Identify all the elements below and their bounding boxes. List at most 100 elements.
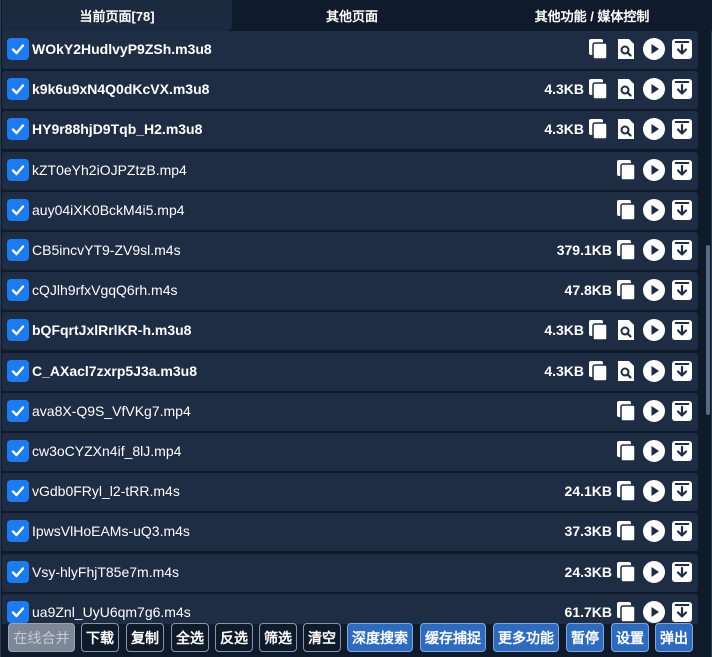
copy-icon[interactable]	[614, 439, 638, 463]
scrollbar[interactable]	[706, 245, 710, 415]
list-item[interactable]: C_AXacl7zxrp5J3a.m3u8 4.3KB	[2, 353, 698, 391]
copy-icon[interactable]	[614, 158, 638, 182]
file-name: WOkY2HudlvyP9ZSh.m3u8	[32, 41, 212, 57]
list-item[interactable]: cQJlh9rfxVgqQ6rh.m4s 47.8KB	[2, 272, 698, 310]
download-icon[interactable]	[670, 117, 694, 141]
play-icon[interactable]	[642, 198, 666, 222]
copy-icon[interactable]	[586, 117, 610, 141]
item-checkbox[interactable]	[7, 38, 29, 60]
copy-icon[interactable]	[586, 318, 610, 342]
filter-button[interactable]: 筛选	[259, 623, 297, 652]
copy-icon[interactable]	[614, 278, 638, 302]
item-checkbox[interactable]	[7, 78, 29, 100]
copy-icon[interactable]	[586, 77, 610, 101]
play-icon[interactable]	[642, 77, 666, 101]
file-name: kZT0eYh2iOJPZtzB.mp4	[32, 162, 187, 178]
list-item[interactable]: IpwsVlHoEAMs-uQ3.m4s 37.3KB	[2, 513, 698, 551]
list-item[interactable]: cw3oCYZXn4if_8lJ.mp4	[2, 433, 698, 471]
tab-current-page[interactable]: 当前页面[78]	[2, 0, 232, 31]
download-icon[interactable]	[670, 278, 694, 302]
play-icon[interactable]	[642, 37, 666, 61]
list-item[interactable]: auy04iXK0BckM4i5.mp4	[2, 192, 698, 230]
item-checkbox[interactable]	[7, 159, 29, 181]
copy-icon[interactable]	[586, 359, 610, 383]
popup-button[interactable]: 弹出	[655, 623, 693, 652]
tab-other-features[interactable]: 其他功能 / 媒体控制	[472, 0, 712, 31]
search-icon[interactable]	[614, 37, 638, 61]
download-icon[interactable]	[670, 399, 694, 423]
item-checkbox[interactable]	[7, 199, 29, 221]
download-icon[interactable]	[670, 519, 694, 543]
list-item[interactable]: kZT0eYh2iOJPZtzB.mp4	[2, 152, 698, 190]
download-icon[interactable]	[670, 158, 694, 182]
download-icon[interactable]	[670, 37, 694, 61]
play-icon[interactable]	[642, 399, 666, 423]
download-icon[interactable]	[670, 198, 694, 222]
play-icon[interactable]	[642, 359, 666, 383]
download-icon[interactable]	[670, 560, 694, 584]
item-checkbox[interactable]	[7, 360, 29, 382]
file-name: C_AXacl7zxrp5J3a.m3u8	[32, 363, 197, 379]
merge-online-button[interactable]: 在线合并	[8, 623, 75, 652]
copy-icon[interactable]	[586, 37, 610, 61]
file-size: 4.3KB	[544, 363, 584, 379]
play-icon[interactable]	[642, 519, 666, 543]
play-icon[interactable]	[642, 479, 666, 503]
play-icon[interactable]	[642, 158, 666, 182]
copy-icon[interactable]	[614, 399, 638, 423]
invert-selection-button[interactable]: 反选	[215, 623, 253, 652]
item-checkbox[interactable]	[7, 480, 29, 502]
download-icon[interactable]	[670, 359, 694, 383]
download-icon[interactable]	[670, 439, 694, 463]
tab-bar: 当前页面[78] 其他页面 其他功能 / 媒体控制	[2, 0, 712, 31]
search-icon[interactable]	[614, 117, 638, 141]
search-icon[interactable]	[614, 318, 638, 342]
copy-icon[interactable]	[614, 198, 638, 222]
list-item[interactable]: bQFqrtJxlRrlKR-h.m3u8 4.3KB	[2, 312, 698, 350]
copy-icon[interactable]	[614, 479, 638, 503]
item-checkbox[interactable]	[7, 561, 29, 583]
download-icon[interactable]	[670, 318, 694, 342]
list-item[interactable]: Vsy-hlyFhjT85e7m.m4s 24.3KB	[2, 554, 698, 592]
clear-button[interactable]: 清空	[303, 623, 341, 652]
copy-button[interactable]: 复制	[126, 623, 164, 652]
list-item[interactable]: k9k6u9xN4Q0dKcVX.m3u8 4.3KB	[2, 71, 698, 109]
copy-icon[interactable]	[614, 519, 638, 543]
item-checkbox[interactable]	[7, 400, 29, 422]
play-icon[interactable]	[642, 238, 666, 262]
item-checkbox[interactable]	[7, 239, 29, 261]
list-item[interactable]: HY9r88hjD9Tqb_H2.m3u8 4.3KB	[2, 111, 698, 149]
play-icon[interactable]	[642, 560, 666, 584]
item-checkbox[interactable]	[7, 520, 29, 542]
pause-button[interactable]: 暂停	[566, 623, 604, 652]
item-checkbox[interactable]	[7, 118, 29, 140]
file-name: ua9Znl_UyU6qm7g6.m4s	[32, 604, 191, 620]
deep-search-button[interactable]: 深度搜索	[347, 623, 413, 652]
list-item[interactable]: CB5incvYT9-ZV9sl.m4s 379.1KB	[2, 232, 698, 270]
download-icon[interactable]	[670, 77, 694, 101]
play-icon[interactable]	[642, 318, 666, 342]
search-icon[interactable]	[614, 77, 638, 101]
download-button[interactable]: 下载	[81, 623, 119, 652]
cache-capture-button[interactable]: 缓存捕捉	[420, 623, 486, 652]
play-icon[interactable]	[642, 117, 666, 141]
file-size: 4.3KB	[544, 322, 584, 338]
list-item[interactable]: WOkY2HudlvyP9ZSh.m3u8	[2, 31, 698, 69]
more-features-button[interactable]: 更多功能	[493, 623, 559, 652]
copy-icon[interactable]	[614, 238, 638, 262]
list-item[interactable]: vGdb0FRyl_l2-tRR.m4s 24.1KB	[2, 473, 698, 511]
copy-icon[interactable]	[614, 560, 638, 584]
item-checkbox[interactable]	[7, 319, 29, 341]
play-icon[interactable]	[642, 278, 666, 302]
select-all-button[interactable]: 全选	[171, 623, 209, 652]
tab-other-pages[interactable]: 其他页面	[232, 0, 472, 31]
play-icon[interactable]	[642, 439, 666, 463]
download-icon[interactable]	[670, 479, 694, 503]
item-checkbox[interactable]	[7, 279, 29, 301]
list-item[interactable]: ava8X-Q9S_VfVKg7.mp4	[2, 393, 698, 431]
download-icon[interactable]	[670, 238, 694, 262]
file-name: ava8X-Q9S_VfVKg7.mp4	[32, 403, 191, 419]
item-checkbox[interactable]	[7, 440, 29, 462]
settings-button[interactable]: 设置	[611, 623, 649, 652]
search-icon[interactable]	[614, 359, 638, 383]
